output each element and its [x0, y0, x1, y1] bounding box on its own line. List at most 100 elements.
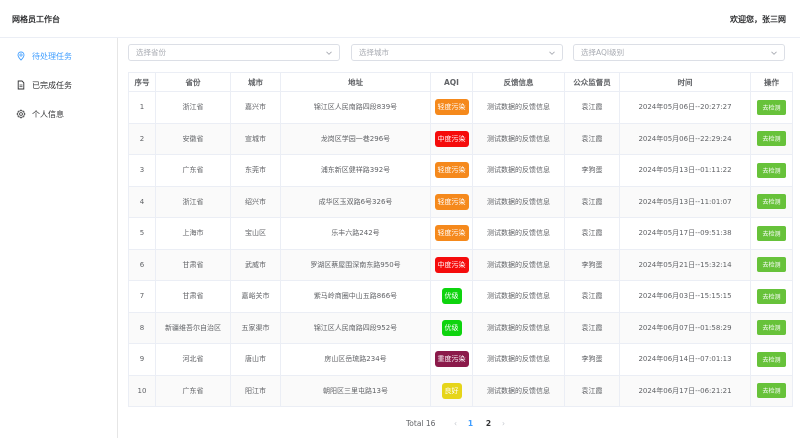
row-time-cell: 2024年05月13日--01:11:22 — [619, 154, 751, 187]
row-city-cell: 东莞市 — [230, 154, 281, 187]
row-time: 2024年05月06日--22:29:24 — [638, 134, 732, 143]
province-select[interactable]: 选择省份 — [128, 44, 340, 61]
go-inspect-button[interactable]: 去检测 — [757, 99, 786, 115]
table-row: 2 安徽省 宣城市 龙岗区学园一巷296号 中度污染 测试数据的反馈信息 袁江霞 2024年0… — [128, 122, 793, 155]
row-address-cell: 罗湖区蔡屋围深南东路950号 — [280, 248, 431, 281]
table-row: 1 浙江省 嘉兴市 锦江区人民南路四段839号 轻度污染 测试数据的反馈信息 袁江霞 2024… — [128, 91, 793, 124]
row-address: 成华区玉双路6号326号 — [318, 197, 393, 206]
row-address: 浦东新区健祥路392号 — [320, 166, 391, 175]
row-time: 2024年06月03日--15:15:15 — [638, 292, 732, 301]
row-city-cell: 宝山区 — [230, 217, 281, 250]
table-row: 5 上海市 宝山区 乐丰六路242号 轻度污染 测试数据的反馈信息 袁江霞 2024年05月1… — [128, 217, 793, 250]
row-supervisor-cell: 袁江霞 — [564, 217, 620, 250]
go-inspect-button[interactable]: 去检测 — [757, 225, 786, 241]
aqi-badge: 重度污染 — [434, 351, 469, 368]
row-feedback: 测试数据的反馈信息 — [487, 355, 550, 364]
row-number: 7 — [139, 292, 145, 301]
next-page-icon[interactable]: › — [497, 419, 509, 428]
go-inspect-button[interactable]: 去检测 — [757, 383, 786, 399]
row-city-cell: 嘉兴市 — [230, 91, 281, 124]
row-province: 浙江省 — [182, 197, 204, 206]
go-inspect-button[interactable]: 去检测 — [757, 194, 786, 210]
row-aqi-cell: 轻度污染 — [430, 91, 473, 124]
row-supervisor-cell: 袁江霞 — [564, 374, 620, 407]
go-inspect-button[interactable]: 去检测 — [757, 131, 786, 147]
sidebar-item-label: 待处理任务 — [32, 51, 72, 61]
table-row: 6 甘肃省 武威市 罗湖区蔡屋围深南东路950号 中度污染 测试数据的反馈信息 李狗蛋 202… — [128, 248, 793, 281]
row-number-cell: 1 — [128, 91, 156, 124]
row-address-cell: 紫马岭商圈中山五路866号 — [280, 280, 431, 313]
row-city: 嘉峪关市 — [241, 292, 270, 301]
go-inspect-button[interactable]: 去检测 — [757, 288, 786, 304]
row-supervisor-cell: 袁江霞 — [564, 185, 620, 218]
row-feedback-cell: 测试数据的反馈信息 — [472, 91, 565, 124]
row-number-cell: 6 — [128, 248, 156, 281]
row-aqi-cell: 轻度污染 — [430, 154, 473, 187]
row-number: 4 — [139, 197, 145, 206]
aqi-badge: 中度污染 — [434, 256, 469, 273]
column-header: 城市 — [230, 72, 281, 92]
sidebar-item-label: 个人信息 — [32, 109, 64, 119]
row-time: 2024年05月13日--01:11:22 — [638, 166, 732, 175]
go-inspect-button[interactable]: 去检测 — [757, 320, 786, 336]
row-supervisor-cell: 袁江霞 — [564, 311, 620, 344]
row-time: 2024年05月06日--20:27:27 — [638, 103, 732, 112]
task-table: 序号 省份 城市 地址 AQI 反馈信息 公众监督员 时间 操作 1 浙江省 嘉兴市… — [128, 72, 793, 407]
prev-page-icon[interactable]: ‹ — [449, 419, 461, 428]
table-row: 9 河北省 唐山市 房山区岳琉路234号 重度污染 测试数据的反馈信息 李狗蛋 2024年06… — [128, 343, 793, 376]
sidebar-item-completed-tasks[interactable]: 已完成任务 — [0, 71, 117, 99]
main-content: 选择省份 选择城市 选择AQI级别 序号 省份 城市 地址 AQI 反馈信息 公… — [118, 38, 800, 438]
page-2-button[interactable]: 2 — [479, 419, 497, 428]
row-province-cell: 浙江省 — [155, 185, 231, 218]
row-address: 乐丰六路242号 — [331, 229, 380, 238]
column-header: 时间 — [619, 72, 751, 92]
city-select-placeholder: 选择城市 — [359, 48, 389, 57]
row-time-cell: 2024年06月17日--06:21:21 — [619, 374, 751, 407]
row-aqi-cell: 重度污染 — [430, 343, 473, 376]
city-select[interactable]: 选择城市 — [351, 44, 563, 61]
row-time-cell: 2024年05月17日--09:51:38 — [619, 217, 751, 250]
app-title: 网格员工作台 — [12, 15, 60, 24]
row-feedback-cell: 测试数据的反馈信息 — [472, 248, 565, 281]
row-number: 9 — [139, 355, 145, 364]
row-feedback-cell: 测试数据的反馈信息 — [472, 217, 565, 250]
table-row: 3 广东省 东莞市 浦东新区健祥路392号 轻度污染 测试数据的反馈信息 李狗蛋 2024年0… — [128, 154, 793, 187]
document-icon — [16, 80, 26, 90]
sidebar-item-pending-tasks[interactable]: 待处理任务 — [0, 42, 117, 70]
row-city: 东莞市 — [245, 166, 266, 175]
row-feedback-cell: 测试数据的反馈信息 — [472, 343, 565, 376]
go-inspect-button[interactable]: 去检测 — [757, 162, 786, 178]
aqi-level-select[interactable]: 选择AQI级别 — [573, 44, 785, 61]
page-1-button[interactable]: 1 — [461, 419, 479, 428]
column-header: 操作 — [750, 72, 793, 92]
row-action-cell: 去检测 — [750, 248, 793, 281]
aqi-badge: 良好 — [441, 382, 462, 399]
row-city-cell: 嘉峪关市 — [230, 280, 281, 313]
row-action-cell: 去检测 — [750, 280, 793, 313]
row-number-cell: 10 — [128, 374, 156, 407]
row-feedback-cell: 测试数据的反馈信息 — [472, 374, 565, 407]
go-inspect-button[interactable]: 去检测 — [757, 257, 786, 273]
row-province-cell: 甘肃省 — [155, 248, 231, 281]
row-action-cell: 去检测 — [750, 343, 793, 376]
row-time-cell: 2024年05月21日--15:32:14 — [619, 248, 751, 281]
row-address: 房山区岳琉路234号 — [324, 355, 387, 364]
row-province-cell: 广东省 — [155, 154, 231, 187]
sidebar-item-personal-info[interactable]: 个人信息 — [0, 100, 117, 128]
row-address: 锦江区人民南路四段952号 — [313, 323, 398, 332]
row-address: 锦江区人民南路四段839号 — [313, 103, 398, 112]
aqi-badge: 轻度污染 — [434, 162, 469, 179]
go-inspect-button[interactable]: 去检测 — [757, 351, 786, 367]
row-supervisor-cell: 袁江霞 — [564, 91, 620, 124]
row-province-cell: 河北省 — [155, 343, 231, 376]
row-aqi-cell: 轻度污染 — [430, 185, 473, 218]
row-feedback: 测试数据的反馈信息 — [487, 260, 550, 269]
aqi-badge: 轻度污染 — [434, 225, 469, 242]
row-city-cell: 五家渠市 — [230, 311, 281, 344]
table-row: 8 新疆维吾尔自治区 五家渠市 锦江区人民南路四段952号 优级 测试数据的反馈信息 袁江霞… — [128, 311, 793, 344]
row-address: 朝阳区三里屯路13号 — [323, 386, 388, 395]
location-pin-icon — [16, 51, 26, 61]
pagination: Total 16 ‹ 1 2 › — [406, 416, 509, 430]
row-supervisor: 李狗蛋 — [581, 260, 603, 269]
row-supervisor-cell: 李狗蛋 — [564, 343, 620, 376]
